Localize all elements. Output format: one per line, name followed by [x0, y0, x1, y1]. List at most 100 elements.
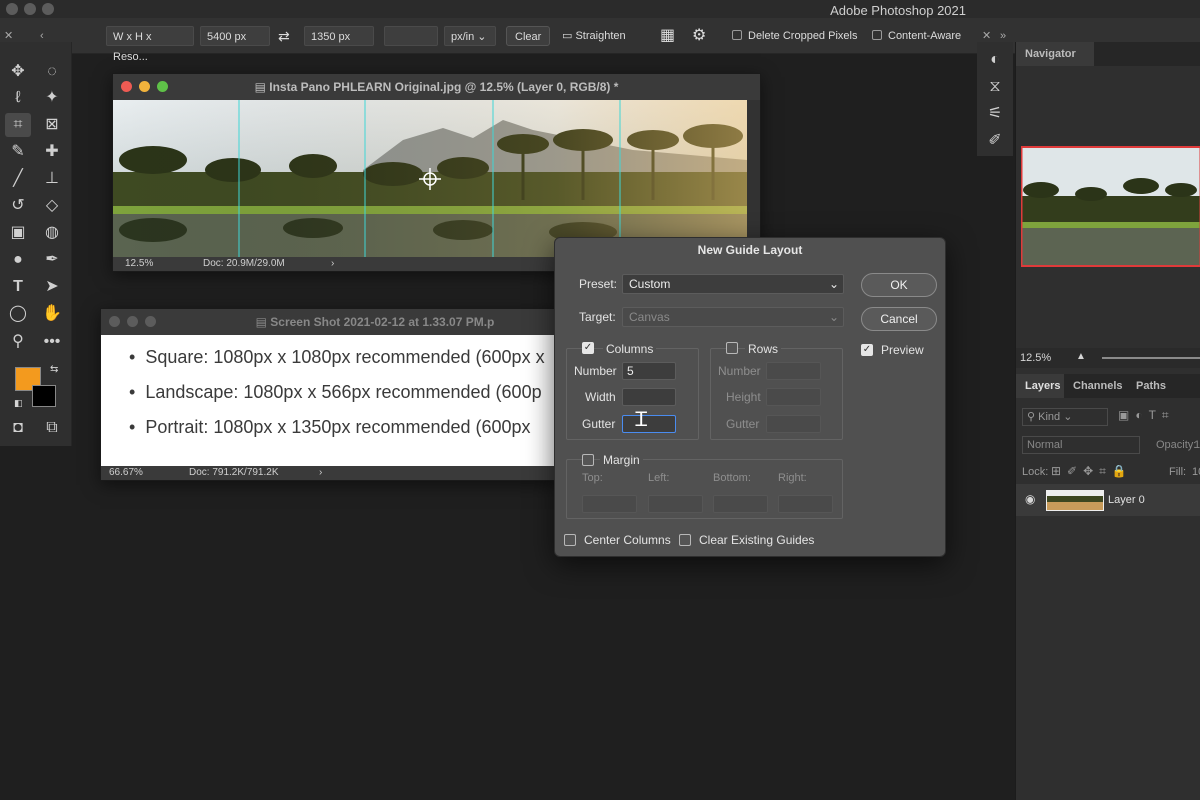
status-menu-icon[interactable]: › — [331, 258, 334, 269]
quick-mask-icon[interactable]: ◘ — [5, 416, 31, 440]
zoom-window-button[interactable] — [42, 3, 54, 15]
margin-label: Margin — [600, 453, 643, 467]
blend-mode-select[interactable]: Normal — [1022, 436, 1140, 454]
clone-stamp-tool-icon[interactable]: ⊥ — [39, 167, 65, 191]
shape-tool-icon[interactable]: ◯ — [5, 302, 31, 326]
fill-value[interactable]: 10 — [1192, 466, 1200, 478]
col-number-input[interactable]: 5 — [622, 362, 676, 380]
dodge-tool-icon[interactable]: ● — [5, 248, 31, 272]
row-gutter-input — [766, 415, 821, 433]
history-brush-tool-icon[interactable]: ↺ — [5, 194, 31, 218]
rows-checkbox[interactable] — [726, 342, 738, 354]
content-aware-checkbox[interactable]: Content-Aware — [872, 26, 961, 46]
more-tools-icon[interactable]: ••• — [39, 330, 65, 354]
document-title-bar[interactable]: ▤ Screen Shot 2021-02-12 at 1.33.07 PM.p — [101, 309, 559, 335]
swap-dimensions-icon[interactable]: ⇄ — [278, 26, 290, 46]
delete-cropped-pixels-checkbox[interactable]: Delete Cropped Pixels — [732, 26, 857, 46]
doc-size: Doc: 20.9M/29.0M — [203, 258, 285, 269]
tab-channels[interactable]: Channels — [1073, 380, 1123, 392]
zoom-slider[interactable] — [1102, 357, 1200, 359]
cancel-button[interactable]: Cancel — [861, 307, 937, 331]
ok-button[interactable]: OK — [861, 273, 937, 297]
default-colors-icon[interactable]: ◧ — [14, 398, 23, 409]
opacity-value[interactable]: 10 — [1194, 439, 1200, 451]
row-number-input — [766, 362, 821, 380]
gradient-tool-icon[interactable]: ▣ — [5, 221, 31, 245]
panorama-canvas[interactable] — [113, 100, 747, 259]
magic-wand-tool-icon[interactable]: ✦ — [39, 86, 65, 110]
col-width-label: Width — [585, 390, 616, 404]
hand-tool-icon[interactable]: ✋ — [39, 302, 65, 326]
document-title-bar[interactable]: ▤ Insta Pano PHLEARN Original.jpg @ 12.5… — [113, 74, 760, 100]
layer-name[interactable]: Layer 0 — [1108, 494, 1145, 506]
background-color-swatch[interactable] — [32, 385, 56, 407]
eye-icon[interactable]: ◉ — [1025, 492, 1035, 506]
zoom-level: 12.5% — [125, 258, 154, 269]
filter-kind-select[interactable]: ⚲ Kind ⌄ — [1022, 408, 1108, 426]
row-number-label: Number — [718, 364, 761, 378]
adjustments-icon[interactable]: ◐ — [982, 48, 1008, 72]
fill-label: Fill: — [1169, 466, 1187, 478]
preview-label: Preview — [881, 343, 924, 357]
units-select[interactable]: px/in ⌄ — [444, 26, 496, 46]
window-controls[interactable] — [6, 3, 60, 18]
list-item: • Square: 1080px x 1080px recommended (6… — [129, 347, 545, 367]
tab-paths[interactable]: Paths — [1136, 380, 1166, 392]
swap-colors-icon[interactable]: ⇆ — [50, 364, 58, 375]
frame-tool-icon[interactable]: ⊠ — [39, 113, 65, 137]
col-gutter-label: Gutter — [582, 417, 616, 431]
crop-width-input[interactable]: 5400 px — [200, 26, 270, 46]
document-window-screenshot[interactable]: ▤ Screen Shot 2021-02-12 at 1.33.07 PM.p… — [100, 308, 561, 481]
center-columns-checkbox[interactable] — [564, 534, 576, 546]
lasso-tool-icon[interactable]: ℓ — [5, 86, 31, 110]
overlay-grid-icon[interactable]: ▦ — [660, 26, 675, 46]
col-gutter-input[interactable] — [622, 415, 676, 433]
type-tool-icon[interactable]: T — [5, 275, 31, 299]
blur-tool-icon[interactable]: ◍ — [39, 221, 65, 245]
ratio-preset-select[interactable]: W x H x Reso... — [106, 26, 194, 63]
properties-icon[interactable]: ⚟ — [982, 102, 1008, 126]
layer-filter-icons[interactable]: ▣◐T⌗ — [1118, 408, 1175, 423]
crop-tool-icon[interactable]: ⌗ — [5, 113, 31, 137]
col-width-input[interactable] — [622, 388, 676, 406]
lock-label: Lock: — [1022, 466, 1049, 478]
history-icon[interactable]: ⧖ — [982, 75, 1008, 99]
straighten-button[interactable]: ▭ Straighten — [562, 26, 626, 46]
document-icon: ▤ — [255, 315, 271, 329]
rows-label: Rows — [745, 342, 782, 356]
healing-brush-tool-icon[interactable]: ✚ — [39, 140, 65, 164]
navigator-zoom-level: 12.5% — [1020, 352, 1052, 364]
target-label: Target: — [579, 310, 616, 324]
columns-checkbox[interactable]: ✓ — [582, 342, 594, 354]
move-tool-icon[interactable]: ✥ — [5, 60, 31, 84]
columns-label: Columns — [603, 342, 657, 356]
crop-height-input[interactable]: 1350 px — [304, 26, 374, 46]
pen-tool-icon[interactable]: ✒ — [39, 248, 65, 272]
gear-icon[interactable]: ⚙ — [692, 26, 706, 46]
zoom-out-icon[interactable]: ▲ — [1076, 351, 1086, 362]
screenshot-canvas[interactable]: • Square: 1080px x 1080px recommended (6… — [101, 335, 561, 468]
brush-settings-icon[interactable]: ✐ — [982, 129, 1008, 153]
list-item: • Landscape: 1080px x 566px recommended … — [129, 382, 542, 402]
margin-checkbox[interactable] — [582, 454, 594, 466]
status-menu-icon[interactable]: › — [319, 467, 322, 478]
path-selection-tool-icon[interactable]: ➤ — [39, 275, 65, 299]
brush-tool-icon[interactable]: ╱ — [5, 167, 31, 191]
navigator-preview[interactable] — [1021, 146, 1200, 268]
marquee-tool-icon[interactable]: ◌ — [39, 60, 65, 84]
chevron-down-icon: ⌄ — [828, 310, 839, 324]
screen-mode-icon[interactable]: ⧉ — [39, 416, 65, 440]
close-window-button[interactable] — [6, 3, 18, 15]
eraser-tool-icon[interactable]: ◇ — [39, 194, 65, 218]
zoom-tool-icon[interactable]: ⚲ — [5, 330, 31, 354]
minimize-window-button[interactable] — [24, 3, 36, 15]
preview-checkbox[interactable]: ✓ — [861, 344, 873, 356]
clear-button[interactable]: Clear — [506, 26, 551, 46]
clear-guides-checkbox[interactable] — [679, 534, 691, 546]
preset-select[interactable]: Custom ⌄ — [622, 274, 844, 294]
resolution-input[interactable] — [384, 26, 438, 46]
margin-right-input — [778, 495, 833, 513]
panel-icon-strip: ◐ ⧖ ⚟ ✐ — [977, 42, 1013, 156]
eyedropper-tool-icon[interactable]: ✎ — [5, 140, 31, 164]
lock-icons[interactable]: ⊞✐✥⌗🔒 — [1051, 464, 1133, 479]
